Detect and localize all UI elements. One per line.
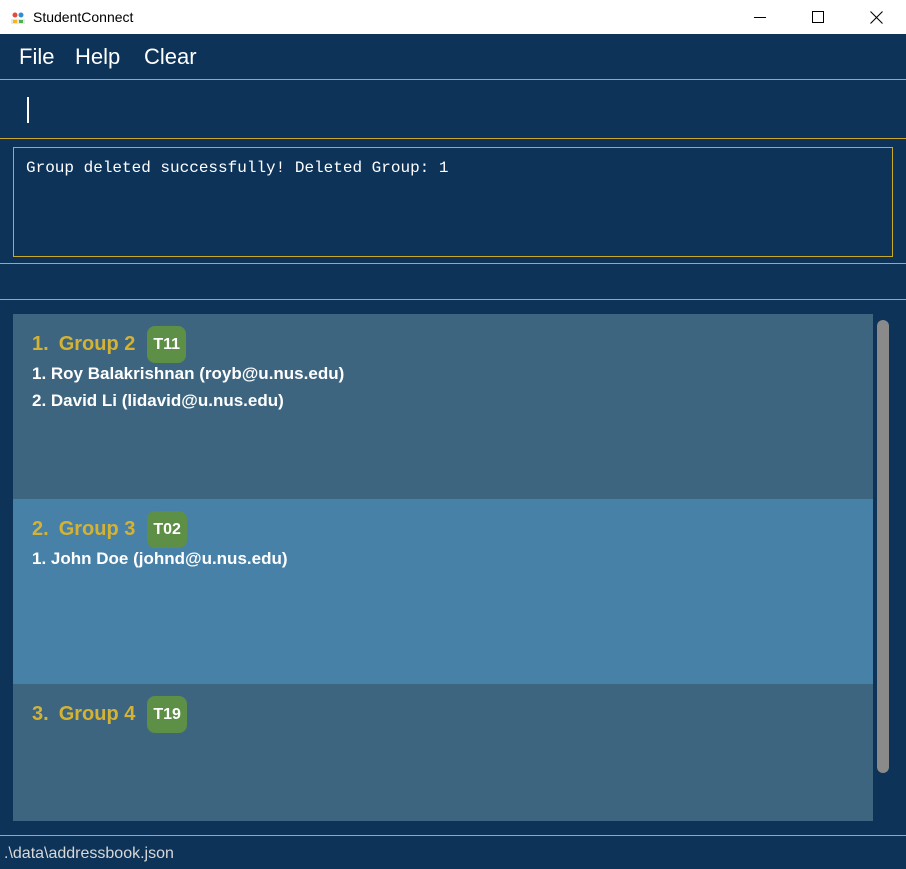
group-header: 1. Group 2 T11 <box>32 325 187 363</box>
scrollbar-track[interactable] <box>875 314 891 821</box>
menu-file[interactable]: File <box>19 45 54 69</box>
scrollbar-thumb[interactable] <box>877 320 889 773</box>
group-card[interactable]: 2. Group 3 T02 1. John Doe (johnd@u.nus.… <box>13 499 873 684</box>
group-header: 2. Group 3 T02 <box>32 510 187 548</box>
menu-help[interactable]: Help <box>75 45 120 69</box>
title-bar: StudentConnect <box>0 0 906 34</box>
result-message: Group deleted successfully! Deleted Grou… <box>26 159 449 177</box>
status-bar: .\data\addressbook.json <box>0 836 906 869</box>
group-index: 2. <box>32 517 49 540</box>
minimize-button[interactable] <box>731 0 789 34</box>
group-list-panel: 1. Group 2 T11 1. Roy Balakrishnan (royb… <box>0 300 906 836</box>
group-card[interactable]: 3. Group 4 T19 <box>13 684 873 821</box>
group-card[interactable]: 1. Group 2 T11 1. Roy Balakrishnan (royb… <box>13 314 873 499</box>
close-button[interactable] <box>847 0 905 34</box>
window-title: StudentConnect <box>33 9 134 25</box>
group-index: 3. <box>32 702 49 725</box>
member-list: 1. John Doe (johnd@u.nus.edu) <box>32 545 288 572</box>
member-item: 1. Roy Balakrishnan (royb@u.nus.edu) <box>32 364 345 383</box>
group-index: 1. <box>32 332 49 355</box>
member-list: 1. Roy Balakrishnan (royb@u.nus.edu) 2. … <box>32 360 344 414</box>
save-location-path: .\data\addressbook.json <box>4 845 174 862</box>
group-list[interactable]: 1. Group 2 T11 1. Roy Balakrishnan (royb… <box>13 314 873 821</box>
result-display-panel: Group deleted successfully! Deleted Grou… <box>0 139 906 264</box>
member-item: 1. John Doe (johnd@u.nus.edu) <box>32 549 288 568</box>
app-logo-icon <box>11 12 25 24</box>
group-name: Group 4 <box>58 702 136 725</box>
divider-strip <box>0 264 906 300</box>
group-header: 3. Group 4 T19 <box>32 695 187 733</box>
group-name: Group 2 <box>58 332 136 355</box>
maximize-button[interactable] <box>789 0 847 34</box>
tutorial-tag: T19 <box>147 695 187 733</box>
maximize-icon <box>812 11 824 23</box>
text-caret <box>27 97 29 123</box>
tutorial-tag: T11 <box>147 325 187 363</box>
minimize-icon <box>754 17 766 18</box>
menu-clear[interactable]: Clear <box>144 45 197 69</box>
close-icon <box>869 10 883 24</box>
tutorial-tag: T02 <box>147 510 187 548</box>
result-display: Group deleted successfully! Deleted Grou… <box>13 147 893 257</box>
member-item: 2. David Li (lidavid@u.nus.edu) <box>32 391 284 410</box>
menu-bar: File Help Clear <box>0 34 906 79</box>
group-name: Group 3 <box>58 517 136 540</box>
command-box-panel <box>0 79 906 139</box>
command-input[interactable] <box>8 86 898 132</box>
